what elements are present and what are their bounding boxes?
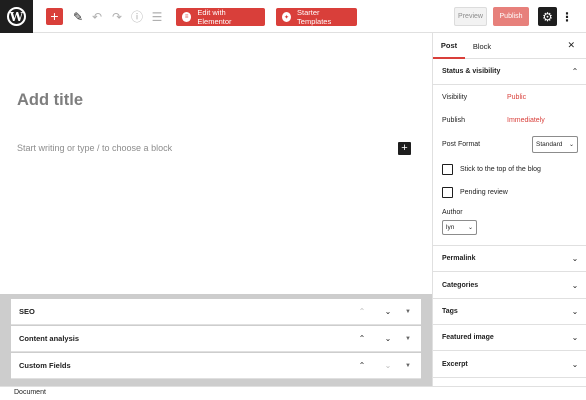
panel-excerpt[interactable]: Excerpt ⌄ bbox=[433, 352, 586, 378]
starter-templates-icon: ✦ bbox=[282, 12, 292, 22]
move-down-icon[interactable]: ⌄ bbox=[375, 361, 401, 370]
post-format-label: Post Format bbox=[442, 141, 481, 148]
block-appender[interactable]: Start writing or type / to choose a bloc… bbox=[17, 143, 172, 153]
publish-date-value[interactable]: Immediately bbox=[507, 117, 545, 124]
edit-tools-icon[interactable]: ✎ bbox=[70, 8, 86, 25]
settings-gear-icon[interactable]: ⚙ bbox=[538, 7, 557, 26]
author-select[interactable]: lyn ⌄ bbox=[442, 220, 477, 235]
more-options-icon[interactable]: ⋮ bbox=[561, 7, 573, 26]
elementor-icon: ≡ bbox=[182, 12, 192, 22]
list-view-icon[interactable]: ☰ bbox=[149, 8, 165, 25]
publish-button[interactable]: Publish bbox=[493, 7, 529, 26]
wordpress-icon: W bbox=[7, 7, 26, 26]
add-block-button[interactable]: + bbox=[46, 8, 63, 25]
footer-breadcrumb: Document bbox=[0, 386, 586, 400]
post-format-value: Standard bbox=[536, 141, 563, 148]
visibility-label: Visibility bbox=[442, 94, 468, 101]
panel-title: Status & visibility bbox=[442, 68, 501, 75]
starter-templates-label: Starter Templates bbox=[297, 8, 332, 26]
tab-post[interactable]: Post bbox=[433, 33, 465, 59]
close-icon[interactable]: ✕ bbox=[567, 40, 575, 51]
breadcrumb-document[interactable]: Document bbox=[14, 389, 46, 396]
edit-with-elementor-button[interactable]: ≡ Edit with Elementor bbox=[176, 8, 265, 26]
preview-button[interactable]: Preview bbox=[454, 7, 487, 26]
panel-featured-image[interactable]: Featured image ⌄ bbox=[433, 325, 586, 351]
post-title-input[interactable]: Add title bbox=[17, 91, 83, 110]
chevron-down-icon: ⌄ bbox=[571, 307, 579, 316]
panel-permalink[interactable]: Permalink ⌄ bbox=[433, 246, 586, 272]
move-down-icon[interactable]: ⌄ bbox=[375, 334, 401, 343]
toggle-panel-icon[interactable]: ▼ bbox=[401, 336, 415, 342]
toggle-panel-icon[interactable]: ▼ bbox=[401, 309, 415, 315]
settings-sidebar: Post Block ✕ Status & visibility ⌃ Visib… bbox=[432, 33, 586, 386]
toggle-panel-icon[interactable]: ▼ bbox=[401, 363, 415, 369]
redo-icon[interactable]: ↷ bbox=[109, 8, 125, 25]
author-label: Author bbox=[442, 209, 463, 216]
wordpress-logo[interactable]: W bbox=[0, 0, 33, 33]
inline-add-block-icon[interactable]: + bbox=[398, 142, 411, 155]
chevron-up-icon: ⌃ bbox=[571, 67, 579, 76]
metabox-title: SEO bbox=[19, 307, 35, 316]
post-format-select[interactable]: Standard ⌄ bbox=[532, 136, 578, 153]
move-up-icon[interactable]: ⌃ bbox=[349, 307, 375, 316]
move-up-icon[interactable]: ⌃ bbox=[349, 334, 375, 343]
info-icon[interactable]: ⓘ bbox=[129, 8, 145, 25]
metabox-title: Custom Fields bbox=[19, 361, 71, 370]
metabox-seo[interactable]: SEO ⌃ ⌄ ▼ bbox=[11, 299, 421, 325]
starter-templates-button[interactable]: ✦ Starter Templates bbox=[276, 8, 357, 26]
panel-title: Tags bbox=[442, 308, 458, 315]
panel-title: Featured image bbox=[442, 334, 494, 341]
sidebar-tabs: Post Block ✕ bbox=[433, 33, 586, 59]
sticky-checkbox[interactable] bbox=[442, 164, 453, 175]
metabox-custom-fields[interactable]: Custom Fields ⌃ ⌄ ▼ bbox=[11, 353, 421, 379]
elementor-label: Edit with Elementor bbox=[197, 8, 232, 26]
block-editor: W + ✎ ↶ ↷ ⓘ ☰ ≡ Edit with Elementor ✦ St… bbox=[0, 0, 586, 400]
panel-tags[interactable]: Tags ⌄ bbox=[433, 299, 586, 325]
pending-review-checkbox[interactable] bbox=[442, 187, 453, 198]
panel-title: Excerpt bbox=[442, 361, 468, 368]
visibility-value[interactable]: Public bbox=[507, 94, 526, 101]
metabox-area: SEO ⌃ ⌄ ▼ Content analysis ⌃ ⌄ ▼ Custom … bbox=[0, 294, 432, 386]
panel-status-visibility[interactable]: Status & visibility ⌃ bbox=[433, 59, 586, 85]
top-toolbar: W + ✎ ↶ ↷ ⓘ ☰ ≡ Edit with Elementor ✦ St… bbox=[0, 0, 586, 33]
metabox-content-analysis[interactable]: Content analysis ⌃ ⌄ ▼ bbox=[11, 326, 421, 352]
panel-title: Categories bbox=[442, 282, 479, 289]
move-down-icon[interactable]: ⌄ bbox=[375, 307, 401, 316]
publish-label: Publish bbox=[442, 117, 465, 124]
metabox-title: Content analysis bbox=[19, 334, 80, 343]
chevron-down-icon: ⌄ bbox=[571, 281, 579, 290]
chevron-down-icon: ⌄ bbox=[568, 142, 574, 148]
panel-categories[interactable]: Categories ⌄ bbox=[433, 273, 586, 299]
sticky-label: Stick to the top of the blog bbox=[460, 166, 541, 173]
tab-block[interactable]: Block bbox=[467, 33, 497, 59]
chevron-down-icon: ⌄ bbox=[467, 225, 473, 231]
status-visibility-body: Visibility Public Publish Immediately Po… bbox=[433, 85, 586, 246]
undo-icon[interactable]: ↶ bbox=[89, 8, 105, 25]
editor-canvas: Add title Start writing or type / to cho… bbox=[0, 33, 432, 294]
author-value: lyn bbox=[446, 224, 455, 231]
chevron-down-icon: ⌄ bbox=[571, 254, 579, 263]
pending-review-label: Pending review bbox=[460, 189, 508, 196]
chevron-down-icon: ⌄ bbox=[571, 333, 579, 342]
chevron-down-icon: ⌄ bbox=[571, 360, 579, 369]
panel-title: Permalink bbox=[442, 255, 476, 262]
move-up-icon[interactable]: ⌃ bbox=[349, 361, 375, 370]
